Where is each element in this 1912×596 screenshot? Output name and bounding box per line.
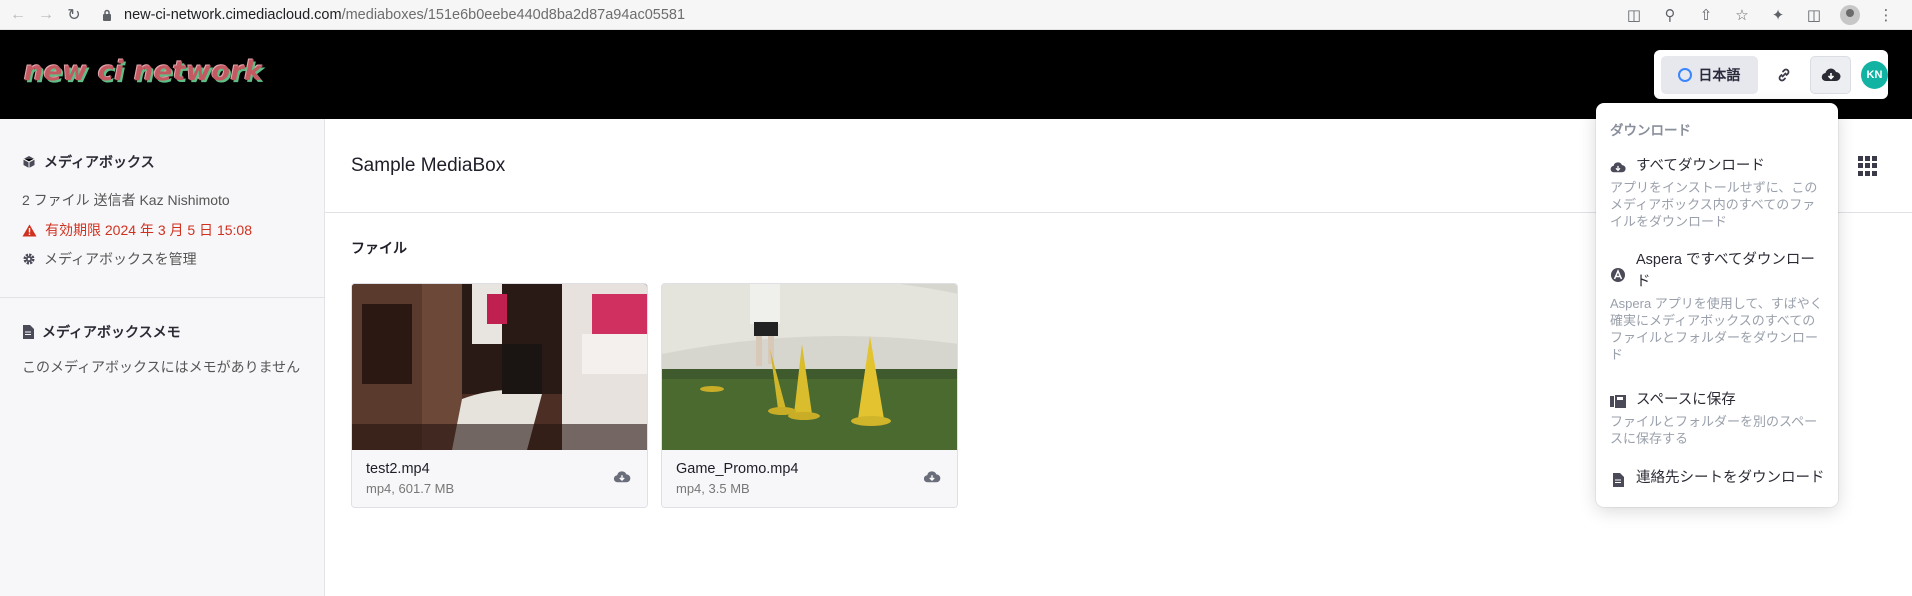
share-icon[interactable]: ⇧ [1692,2,1720,28]
cube-icon [23,156,35,168]
page-title: Sample MediaBox [351,155,506,176]
aspera-download-desc: Aspera アプリを使用して、すばやく確実にメディアボックスのすべてのファイル… [1610,296,1823,362]
manage-mediabox-link[interactable]: メディアボックスを管理 [22,249,197,269]
file-card[interactable]: test2.mp4 mp4, 601.7 MB [351,283,648,508]
logo[interactable]: new ci network [24,56,263,87]
file-info: mp4, 601.7 MB [366,481,455,496]
link-button[interactable] [1764,56,1805,94]
sidebar-divider [0,297,325,298]
gear-icon [23,253,35,265]
zoom-icon[interactable]: ⚲ [1656,2,1684,28]
contact-sheet-label: 連絡先シートをダウンロード [1636,470,1825,486]
extensions-icon[interactable]: ✦ [1764,2,1792,28]
file-name: test2.mp4 [366,461,430,477]
address-bar[interactable]: new-ci-network.cimediacloud.com/mediabox… [102,2,685,28]
download-all-item[interactable]: すべてダウンロード アプリをインストールせずに、このメディアボックス内のすべての… [1610,155,1828,230]
avatar[interactable]: KN [1860,60,1888,89]
reload-icon[interactable]: ↻ [60,2,88,28]
aspera-icon [1610,257,1626,293]
video-thumbnail[interactable] [662,284,957,450]
url-host: new-ci-network.cimediacloud.com [124,6,342,23]
download-button[interactable] [1810,55,1851,94]
url-path: /mediaboxes/151e6b0eebe440d8ba2d87a94ac0… [341,6,686,23]
expiry-row: 有効期限 2024 年 3 月 5 日 15:08 [22,220,252,240]
aspera-download-label: Aspera ですべてダウンロード [1636,252,1815,290]
browser-toolbar: ← → ↻ new-ci-network.cimediacloud.com/me… [0,0,1912,30]
forward-icon[interactable]: → [32,2,60,28]
profile-icon[interactable] [1836,2,1864,28]
mediabox-section-title: メディアボックス [22,152,155,172]
files-label: ファイル [351,240,407,256]
mediabox-summary: 2 ファイル 送信者 Kaz Nishimoto [22,192,230,208]
file-card[interactable]: Game_Promo.mp4 mp4, 3.5 MB [661,283,958,508]
language-label: 日本語 [1698,66,1741,83]
aspera-download-item[interactable]: Aspera ですべてダウンロード Aspera アプリを使用して、すばやく確実… [1610,249,1828,363]
download-all-label: すべてダウンロード [1636,158,1765,174]
sidebar: メディアボックス 2 ファイル 送信者 Kaz Nishimoto 有効期限 2… [0,119,325,596]
cloud-download-icon [1821,68,1841,81]
warning-icon [22,224,37,236]
file-name: Game_Promo.mp4 [676,461,799,477]
file-meta: Game_Promo.mp4 mp4, 3.5 MB [662,450,957,507]
file-meta: test2.mp4 mp4, 601.7 MB [352,450,647,507]
header-toolbar: 日本語 KN [1654,50,1888,99]
cloud-download-icon[interactable] [613,470,631,484]
browser-menu-icon[interactable]: ⋮ [1872,2,1900,28]
cloud-download-icon[interactable] [923,470,941,484]
memo-section-title: メディアボックスメモ [22,322,181,342]
download-dropdown: ダウンロード すべてダウンロード アプリをインストールせずに、このメディアボック… [1596,103,1838,507]
dropdown-header: ダウンロード [1610,123,1691,138]
download-all-desc: アプリをインストールせずに、このメディアボックス内のすべてのファイルをダウンロー… [1610,180,1818,229]
bookmark-star-icon[interactable]: ☆ [1728,2,1756,28]
save-space-icon [1610,392,1626,411]
video-thumbnail[interactable] [352,284,647,450]
grid-view-icon[interactable] [1858,156,1878,176]
translate-icon[interactable]: ◫ [1620,2,1648,28]
side-panel-icon[interactable]: ◫ [1800,2,1828,28]
contact-sheet-item[interactable]: 連絡先シートをダウンロード [1610,467,1828,489]
save-to-space-label: スペースに保存 [1636,392,1736,408]
cloud-download-icon [1610,158,1626,177]
memo-text: このメディアボックスにはメモがありません [22,359,301,375]
save-to-space-desc: ファイルとフォルダーを別のスペースに保存する [1610,414,1818,446]
lock-icon [102,9,112,21]
document-icon [23,325,34,339]
file-info: mp4, 3.5 MB [676,481,750,496]
back-icon[interactable]: ← [4,2,32,28]
globe-icon [1678,67,1693,82]
link-icon [1778,68,1790,81]
language-button[interactable]: 日本語 [1661,55,1758,94]
document-icon [1610,470,1626,489]
save-to-space-item[interactable]: スペースに保存 ファイルとフォルダーを別のスペースに保存する [1610,389,1828,447]
